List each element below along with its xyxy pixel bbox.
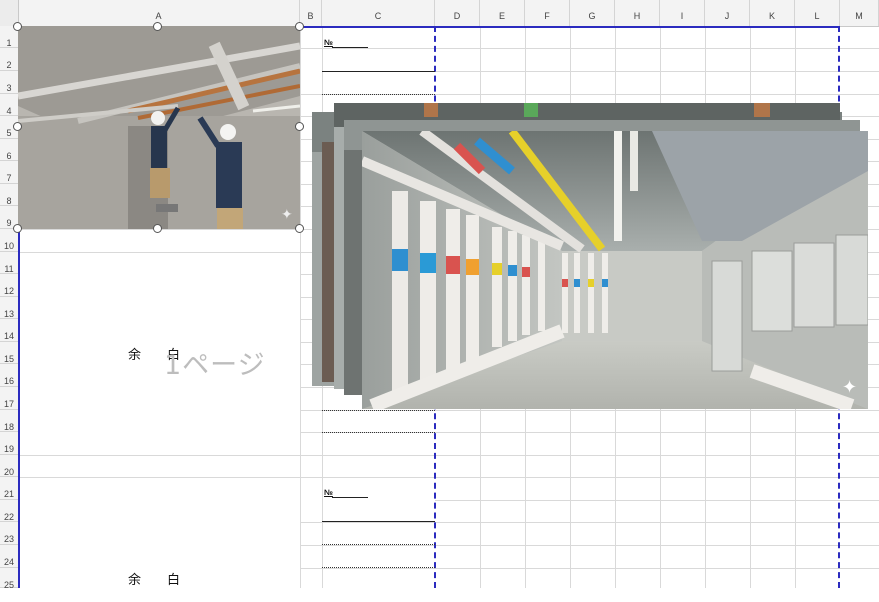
row-header-24[interactable]: 24 [0,545,18,568]
page-watermark: 1ページ [164,350,266,381]
row-header-20[interactable]: 20 [0,455,18,477]
workers-photo[interactable]: ✦ [18,26,300,229]
grid-line [300,545,879,546]
resize-handle-top[interactable] [153,22,162,31]
resize-handle-top-right[interactable] [295,22,304,31]
column-header-h[interactable]: H [615,0,660,26]
column-header-m[interactable]: M [840,0,879,26]
column-header-e[interactable]: E [480,0,525,26]
grid-line [300,48,879,49]
dotted-line [322,94,435,95]
row-header-17[interactable]: 17 [0,387,18,410]
row-header-19[interactable]: 19 [0,432,18,455]
row-header-8[interactable]: 8 [0,184,18,206]
dotted-line [322,544,435,545]
grid-line [435,71,879,72]
column-header-k[interactable]: K [750,0,795,26]
row-header-4[interactable]: 4 [0,94,18,116]
row-header-15[interactable]: 15 [0,342,18,364]
resize-handle-left[interactable] [13,122,22,131]
sparkle-icon: ✦ [842,377,857,397]
row-header-2[interactable]: 2 [0,48,18,71]
sparkle-icon: ✦ [281,206,293,222]
column-header-i[interactable]: I [660,0,705,26]
column-header-g[interactable]: G [570,0,615,26]
entry-line [322,521,435,522]
number-label-text: № [324,38,333,47]
row-header-16[interactable]: 16 [0,364,18,387]
column-header-l[interactable]: L [795,0,840,26]
entry-line [322,71,435,72]
row-header-bar: 1 2 3 4 5 6 7 8 9 10 11 12 13 14 15 16 1… [0,26,19,590]
pipe-room-image: ✦ [362,131,868,409]
workers-image: ✦ [18,26,300,229]
number-label: № [324,38,333,47]
row-header-18[interactable]: 18 [0,410,18,432]
row-header-23[interactable]: 23 [0,522,18,545]
row-header-14[interactable]: 14 [0,319,18,342]
grid-line [300,26,301,588]
pipe-room-photo[interactable]: ✦ [362,131,868,409]
number-label-text: № [324,488,333,497]
row-header-13[interactable]: 13 [0,297,18,319]
grid-line [18,455,879,456]
number-label: № [324,488,333,497]
row-header-11[interactable]: 11 [0,252,18,274]
row-header-6[interactable]: 6 [0,139,18,161]
row-header-25[interactable]: 25 [0,568,18,590]
row-header-21[interactable]: 21 [0,477,18,500]
resize-handle-bottom[interactable] [153,224,162,233]
resize-handle-right[interactable] [295,122,304,131]
row-header-3[interactable]: 3 [0,71,18,94]
grid-line [300,568,879,569]
column-header-bar: A B C D E F G H I J K L M [0,0,879,27]
number-underline [332,497,368,498]
grid-line [435,500,879,501]
column-header-b[interactable]: B [300,0,322,26]
row-header-22[interactable]: 22 [0,500,18,522]
row-header-7[interactable]: 7 [0,161,18,184]
number-underline [332,47,368,48]
resize-handle-top-left[interactable] [13,22,22,31]
grid-line [300,522,879,523]
resize-handle-bottom-left[interactable] [13,224,22,233]
row-header-12[interactable]: 12 [0,274,18,297]
column-header-d[interactable]: D [435,0,480,26]
grid-line [18,477,879,478]
dotted-line [322,567,435,568]
blank-label-2: 余 白 [128,573,181,588]
dotted-line [322,410,435,411]
dotted-line [322,432,435,433]
column-header-c[interactable]: C [322,0,435,26]
resize-handle-bottom-right[interactable] [295,224,304,233]
column-header-f[interactable]: F [525,0,570,26]
column-header-j[interactable]: J [705,0,750,26]
